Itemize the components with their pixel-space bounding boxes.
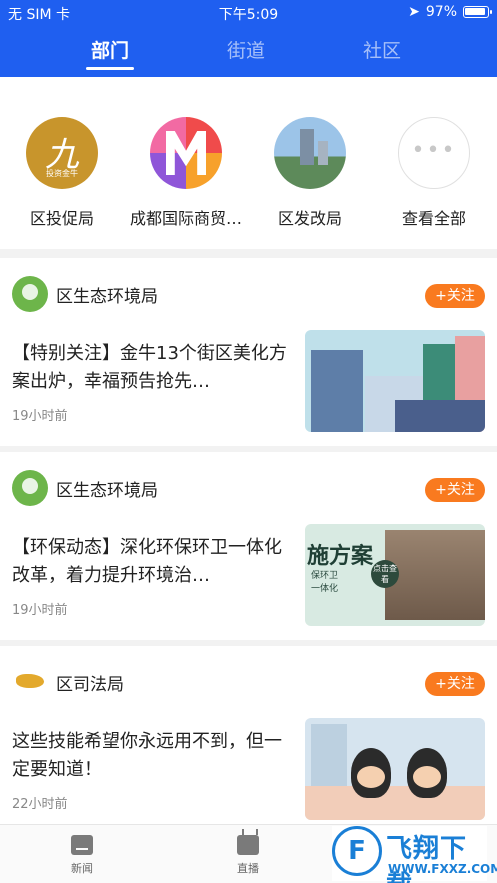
feed-card[interactable]: 区生态环境局 +关注 【环保动态】深化环保环卫一体化改革，着力提升环境治… 19… (0, 452, 497, 640)
top-tabs: 部门 街道 社区 (0, 30, 497, 74)
source-avatar (12, 470, 48, 506)
article-title[interactable]: 这些技能希望你永远用不到，但一定要知道！ (12, 728, 288, 784)
card-header: 区生态环境局 (12, 470, 158, 506)
department-logo-gold: 九 投资金牛 (26, 117, 98, 189)
watermark: F 飞翔下载 WWW.FXXZ.COM (332, 826, 497, 883)
source-avatar (12, 664, 48, 700)
watermark-url: WWW.FXXZ.COM (388, 862, 497, 876)
source-name: 区生态环境局 (56, 480, 158, 501)
article-title[interactable]: 【环保动态】深化环保环卫一体化改革，着力提升环境治… (12, 534, 288, 590)
status-right: ➤ 97% (408, 4, 492, 20)
card-header: 区生态环境局 (12, 276, 158, 312)
header-bar: 无 SIM 卡 下午5:09 ➤ 97% 部门 街道 社区 (0, 0, 497, 77)
department-item-investment[interactable]: 九 投资金牛 区投促局 (0, 117, 124, 229)
article-thumbnail[interactable] (305, 330, 485, 432)
department-label: 区发改局 (277, 209, 342, 228)
feed-card[interactable]: 区司法局 +关注 这些技能希望你永远用不到，但一定要知道！ 22小时前 (0, 646, 497, 834)
watermark-logo: F (332, 826, 382, 876)
department-label: 成都国际商贸… (129, 209, 242, 228)
department-logo-m (150, 117, 222, 189)
thumbnail-heading: 施方案 (307, 544, 374, 569)
follow-button[interactable]: +关注 (425, 284, 485, 308)
source-name: 区司法局 (56, 674, 124, 695)
source-name: 区生态环境局 (56, 286, 158, 307)
logo-caption: 投资金牛 (46, 169, 78, 178)
bottom-tab-label: 直播 (237, 862, 259, 875)
follow-button[interactable]: +关注 (425, 478, 485, 502)
tab-department[interactable]: 部门 (65, 36, 155, 63)
battery-percent: 97% (425, 4, 457, 20)
card-header: 区司法局 (12, 664, 124, 700)
article-time: 19小时前 (12, 603, 68, 618)
department-grid: 九 投资金牛 区投促局 成都国际商贸… 区发改局 ••• 查看全部 (0, 77, 497, 249)
bottom-tab-news[interactable]: 新闻 (42, 835, 122, 876)
department-logo-city (274, 117, 346, 189)
tv-icon (237, 835, 259, 855)
status-bar: 无 SIM 卡 下午5:09 ➤ 97% (0, 0, 497, 26)
battery-icon (463, 6, 492, 18)
more-dots-icon: ••• (398, 117, 470, 189)
department-item-trade[interactable]: 成都国际商贸… (124, 117, 248, 229)
article-time: 19小时前 (12, 409, 68, 424)
news-icon (71, 835, 93, 855)
feed-card[interactable]: 区生态环境局 +关注 【特别关注】金牛13个街区美化方案出炉，幸福预告抢先… 1… (0, 258, 497, 446)
thumbnail-caption: 保环卫 一体化 (311, 571, 339, 594)
location-icon: ➤ (408, 4, 420, 20)
department-item-view-all[interactable]: ••• 查看全部 (372, 117, 496, 229)
source-avatar (12, 276, 48, 312)
active-tab-indicator (86, 67, 134, 70)
department-item-development[interactable]: 区发改局 (248, 117, 372, 229)
bottom-tab-live[interactable]: 直播 (208, 835, 288, 876)
department-label: 区投促局 (29, 209, 94, 228)
article-title[interactable]: 【特别关注】金牛13个街区美化方案出炉，幸福预告抢先… (12, 340, 288, 396)
tab-street[interactable]: 街道 (201, 36, 291, 63)
tab-community[interactable]: 社区 (337, 36, 427, 63)
thumbnail-badge: 点击查看 (371, 560, 399, 588)
article-thumbnail[interactable]: 施方案 保环卫 一体化 点击查看 (305, 524, 485, 626)
follow-button[interactable]: +关注 (425, 672, 485, 696)
department-label: 查看全部 (401, 209, 466, 228)
article-time: 22小时前 (12, 797, 68, 812)
article-thumbnail[interactable] (305, 718, 485, 820)
bottom-tab-label: 新闻 (71, 862, 93, 875)
